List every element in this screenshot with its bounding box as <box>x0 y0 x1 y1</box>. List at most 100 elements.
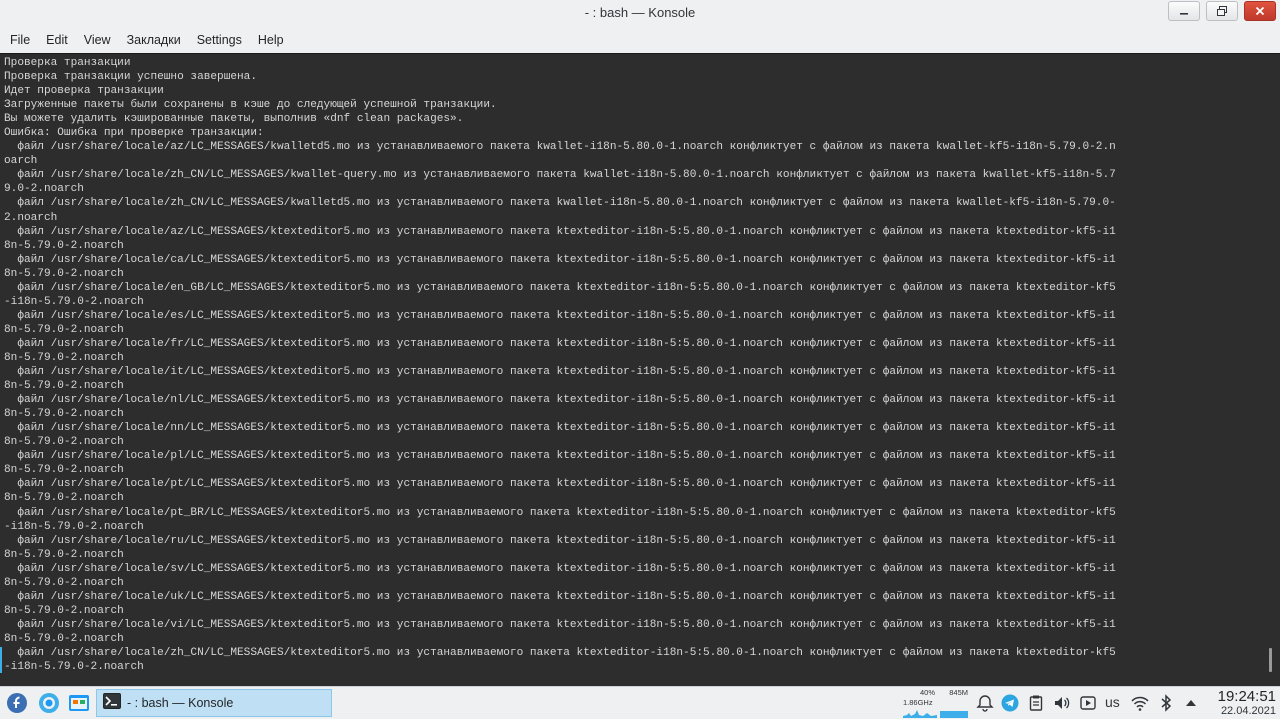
terminal-line: 8n-5.79.0-2.noarch <box>4 323 124 336</box>
bluetooth-icon <box>1161 694 1172 712</box>
terminal-line: 8n-5.79.0-2.noarch <box>4 576 124 589</box>
cpu-monitor[interactable]: 40% 1.86GHz <box>901 688 939 718</box>
media-player-icon <box>1080 696 1096 710</box>
terminal-line: 8n-5.79.0-2.noarch <box>4 351 124 364</box>
network-tray[interactable] <box>1130 693 1150 713</box>
minimize-icon <box>1180 13 1188 15</box>
clipboard-icon <box>1029 695 1043 711</box>
terminal-line: Ошибка: Ошибка при проверке транзакции: <box>4 127 264 140</box>
terminal-output: Проверка транзакции Проверка транзакции у… <box>4 56 1260 674</box>
bell-icon <box>976 695 994 712</box>
telegram-tray[interactable] <box>1000 693 1020 713</box>
menu-file[interactable]: File <box>3 30 37 50</box>
memory-monitor[interactable]: 845M <box>940 688 970 718</box>
tray-expander[interactable] <box>1181 693 1201 713</box>
terminal-line: 8n-5.79.0-2.noarch <box>4 632 124 645</box>
clipboard-tray[interactable] <box>1026 693 1046 713</box>
terminal-line: файл /usr/share/locale/az/LC_MESSAGES/kt… <box>4 225 1116 238</box>
terminal-line: 8n-5.79.0-2.noarch <box>4 492 124 505</box>
memory-used: 845M <box>949 688 968 697</box>
file-manager-launcher[interactable] <box>67 691 91 715</box>
window-controls <box>1168 1 1276 21</box>
terminal-line: файл /usr/share/locale/zh_CN/LC_MESSAGES… <box>4 169 1116 182</box>
cpu-percent: 40% <box>919 688 935 697</box>
speaker-icon <box>1055 697 1070 709</box>
notifications-tray[interactable] <box>975 693 995 713</box>
browser-launcher[interactable] <box>37 691 61 715</box>
terminal-line: файл /usr/share/locale/uk/LC_MESSAGES/kt… <box>4 590 1116 603</box>
terminal-line: 2.noarch <box>4 211 58 224</box>
terminal-line: Идет проверка транзакции <box>4 85 164 98</box>
close-button[interactable] <box>1244 1 1276 21</box>
bluetooth-tray[interactable] <box>1156 693 1176 713</box>
window-title: - : bash — Konsole <box>584 5 696 20</box>
taskbar: - : bash — Konsole 40% 1.86GHz 845M us 1 <box>0 686 1280 719</box>
terminal-line: файл /usr/share/locale/vi/LC_MESSAGES/kt… <box>4 618 1116 631</box>
terminal-line: 9.0-2.noarch <box>4 183 84 196</box>
terminal-line: файл /usr/share/locale/ru/LC_MESSAGES/kt… <box>4 534 1116 547</box>
terminal-line: 8n-5.79.0-2.noarch <box>4 548 124 561</box>
maximize-button[interactable] <box>1206 1 1238 21</box>
close-icon <box>1255 6 1265 16</box>
terminal-line: файл /usr/share/locale/nn/LC_MESSAGES/kt… <box>4 422 1116 435</box>
terminal-line: файл /usr/share/locale/en_GB/LC_MESSAGES… <box>4 281 1116 294</box>
terminal-line: Проверка транзакции <box>4 57 131 69</box>
menu-view[interactable]: View <box>77 30 118 50</box>
telegram-icon <box>1001 694 1019 712</box>
terminal-line: 8n-5.79.0-2.noarch <box>4 239 124 252</box>
terminal-line: файл /usr/share/locale/fr/LC_MESSAGES/kt… <box>4 337 1116 350</box>
terminal-line: файл /usr/share/locale/pl/LC_MESSAGES/kt… <box>4 450 1116 463</box>
cpu-graph <box>903 710 937 718</box>
terminal-scrollbar[interactable] <box>1266 54 1280 687</box>
terminal-line: файл /usr/share/locale/pt_BR/LC_MESSAGES… <box>4 506 1116 519</box>
menu-bar: File Edit View Закладки Settings Help <box>0 27 1280 52</box>
terminal-line: 8n-5.79.0-2.noarch <box>4 267 124 280</box>
volume-tray[interactable] <box>1052 693 1072 713</box>
app-launcher-button[interactable] <box>5 691 29 715</box>
line-marker <box>0 647 2 673</box>
terminal-line: файл /usr/share/locale/az/LC_MESSAGES/kw… <box>4 141 1116 154</box>
menu-help[interactable]: Help <box>251 30 291 50</box>
memory-graph <box>940 711 968 718</box>
terminal-line: -i18n-5.79.0-2.noarch <box>4 295 144 308</box>
terminal-line: -i18n-5.79.0-2.noarch <box>4 661 144 674</box>
terminal-line: файл /usr/share/locale/zh_CN/LC_MESSAGES… <box>4 197 1116 210</box>
restore-icon <box>1217 6 1227 16</box>
terminal-line: файл /usr/share/locale/nl/LC_MESSAGES/kt… <box>4 394 1116 407</box>
terminal-line: -i18n-5.79.0-2.noarch <box>4 520 144 533</box>
cpu-frequency: 1.86GHz <box>903 698 933 707</box>
terminal-line: 8n-5.79.0-2.noarch <box>4 464 124 477</box>
terminal-icon <box>103 692 121 714</box>
terminal-line: 8n-5.79.0-2.noarch <box>4 436 124 449</box>
scrollbar-thumb[interactable] <box>1269 648 1272 672</box>
task-konsole[interactable]: - : bash — Konsole <box>96 689 332 717</box>
file-manager-icon <box>69 695 89 711</box>
menu-edit[interactable]: Edit <box>39 30 75 50</box>
clock-date: 22.04.2021 <box>1220 705 1276 717</box>
keyboard-layout[interactable]: us <box>1105 694 1120 710</box>
fedora-launcher-icon <box>7 693 27 713</box>
terminal-line: файл /usr/share/locale/es/LC_MESSAGES/kt… <box>4 309 1116 322</box>
terminal-view[interactable]: Проверка транзакции Проверка транзакции у… <box>0 53 1280 687</box>
media-tray[interactable] <box>1078 693 1098 713</box>
terminal-line: Вы можете удалить кэшированные пакеты, в… <box>4 113 464 126</box>
terminal-line: 8n-5.79.0-2.noarch <box>4 408 124 421</box>
task-label: - : bash — Konsole <box>127 696 234 710</box>
terminal-line: файл /usr/share/locale/sv/LC_MESSAGES/kt… <box>4 562 1116 575</box>
digital-clock[interactable]: 19:24:51 22.04.2021 <box>1206 688 1276 717</box>
wifi-icon <box>1131 696 1149 711</box>
terminal-line: файл /usr/share/locale/it/LC_MESSAGES/kt… <box>4 366 1116 379</box>
browser-icon <box>39 693 59 713</box>
terminal-line: 8n-5.79.0-2.noarch <box>4 380 124 393</box>
clock-time: 19:24:51 <box>1217 688 1276 705</box>
terminal-line: Проверка транзакции успешно завершена. <box>4 71 257 84</box>
title-bar: - : bash — Konsole <box>0 0 1280 27</box>
terminal-line: oarch <box>4 155 38 168</box>
terminal-line: файл /usr/share/locale/ca/LC_MESSAGES/kt… <box>4 253 1116 266</box>
menu-bookmarks[interactable]: Закладки <box>120 30 188 50</box>
menu-settings[interactable]: Settings <box>190 30 249 50</box>
minimize-button[interactable] <box>1168 1 1200 21</box>
terminal-line: Загруженные пакеты были сохранены в кэше… <box>4 99 497 112</box>
terminal-line: файл /usr/share/locale/zh_CN/LC_MESSAGES… <box>4 646 1116 659</box>
terminal-line: файл /usr/share/locale/pt/LC_MESSAGES/kt… <box>4 478 1116 491</box>
